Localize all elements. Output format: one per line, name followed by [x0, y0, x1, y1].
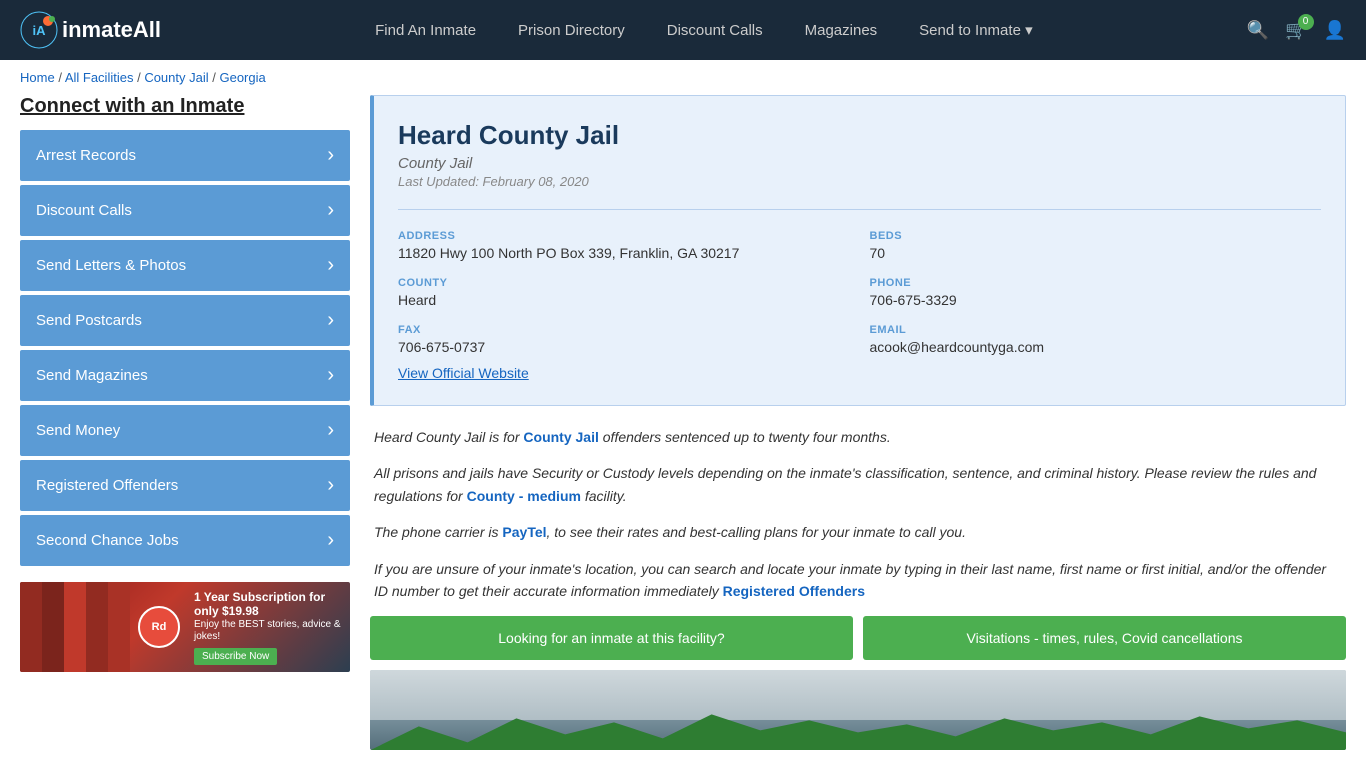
phone-value: 706-675-3329	[870, 292, 1322, 308]
facility-card: Heard County Jail County Jail Last Updat…	[370, 95, 1346, 406]
main-container: Connect with an Inmate Arrest Records › …	[0, 95, 1366, 770]
logo-icon: iA	[20, 11, 58, 49]
email-value: acook@heardcountyga.com	[870, 339, 1322, 355]
facility-info-grid: ADDRESS 11820 Hwy 100 North PO Box 339, …	[398, 230, 1321, 355]
chevron-right-icon: ›	[327, 144, 334, 167]
chevron-right-icon: ›	[327, 364, 334, 387]
county-medium-link[interactable]: County - medium	[467, 488, 581, 504]
desc-paragraph-4: If you are unsure of your inmate's locat…	[374, 558, 1342, 603]
sidebar-title: Connect with an Inmate	[20, 95, 350, 118]
county-value: Heard	[398, 292, 850, 308]
header-icons: 🔍 🛒 0 👤	[1247, 20, 1346, 41]
breadcrumb-all-facilities[interactable]: All Facilities	[65, 70, 134, 85]
facility-divider	[398, 209, 1321, 210]
nav-find-inmate[interactable]: Find An Inmate	[359, 14, 492, 47]
address-value: 11820 Hwy 100 North PO Box 339, Franklin…	[398, 245, 850, 261]
facility-photo	[370, 670, 1346, 750]
sidebar-item-discount-calls[interactable]: Discount Calls ›	[20, 185, 350, 236]
readers-digest-badge: Rd	[138, 606, 180, 648]
sidebar-item-label: Send Magazines	[36, 367, 148, 384]
sidebar-item-label: Send Money	[36, 422, 120, 439]
chevron-right-icon: ›	[327, 419, 334, 442]
phone-section: PHONE 706-675-3329	[870, 277, 1322, 308]
paytel-link[interactable]: PayTel	[502, 524, 546, 540]
registered-offenders-link[interactable]: Registered Offenders	[723, 583, 865, 599]
sidebar-item-send-magazines[interactable]: Send Magazines ›	[20, 350, 350, 401]
main-nav: Find An Inmate Prison Directory Discount…	[191, 13, 1217, 47]
county-section: COUNTY Heard	[398, 277, 850, 308]
action-buttons: Looking for an inmate at this facility? …	[370, 616, 1346, 660]
ad-text-content: 1 Year Subscription for only $19.98 Enjo…	[188, 584, 350, 671]
chevron-right-icon: ›	[327, 199, 334, 222]
ad-subheadline: Enjoy the BEST stories, advice & jokes!	[194, 619, 341, 642]
nav-discount-calls[interactable]: Discount Calls	[651, 14, 779, 47]
desc-paragraph-1: Heard County Jail is for County Jail off…	[374, 426, 1342, 448]
facility-last-updated: Last Updated: February 08, 2020	[398, 174, 1321, 189]
facility-type: County Jail	[398, 155, 1321, 172]
chevron-right-icon: ›	[327, 254, 334, 277]
sky-decoration	[370, 670, 1346, 720]
sidebar: Connect with an Inmate Arrest Records › …	[20, 95, 350, 750]
sidebar-item-send-letters[interactable]: Send Letters & Photos ›	[20, 240, 350, 291]
ad-books-decoration	[20, 582, 130, 672]
cart-badge: 0	[1298, 14, 1314, 30]
email-label: EMAIL	[870, 324, 1322, 336]
visitations-button[interactable]: Visitations - times, rules, Covid cancel…	[863, 616, 1346, 660]
sidebar-item-send-money[interactable]: Send Money ›	[20, 405, 350, 456]
breadcrumb-home[interactable]: Home	[20, 70, 55, 85]
nav-send-to-inmate[interactable]: Send to Inmate ▾	[903, 13, 1048, 47]
user-icon[interactable]: 👤	[1324, 20, 1346, 41]
logo[interactable]: iA inmateAll	[20, 11, 161, 49]
beds-label: BEDS	[870, 230, 1322, 242]
sidebar-item-registered-offenders[interactable]: Registered Offenders ›	[20, 460, 350, 511]
desc-paragraph-3: The phone carrier is PayTel, to see thei…	[374, 521, 1342, 543]
cart-wrapper[interactable]: 🛒 0	[1285, 20, 1307, 41]
breadcrumb: Home / All Facilities / County Jail / Ge…	[0, 60, 1366, 95]
looking-for-inmate-button[interactable]: Looking for an inmate at this facility?	[370, 616, 853, 660]
ad-headline: 1 Year Subscription for only $19.98	[194, 590, 344, 618]
fax-label: FAX	[398, 324, 850, 336]
address-section: ADDRESS 11820 Hwy 100 North PO Box 339, …	[398, 230, 850, 261]
breadcrumb-county-jail[interactable]: County Jail	[144, 70, 208, 85]
sidebar-item-label: Second Chance Jobs	[36, 532, 179, 549]
sidebar-item-label: Send Letters & Photos	[36, 257, 186, 274]
view-official-website-link[interactable]: View Official Website	[398, 365, 529, 381]
sidebar-item-second-chance-jobs[interactable]: Second Chance Jobs ›	[20, 515, 350, 566]
chevron-right-icon: ›	[327, 474, 334, 497]
svg-text:iA: iA	[33, 23, 47, 38]
beds-value: 70	[870, 245, 1322, 261]
sidebar-item-label: Discount Calls	[36, 202, 132, 219]
chevron-right-icon: ›	[327, 309, 334, 332]
sidebar-item-send-postcards[interactable]: Send Postcards ›	[20, 295, 350, 346]
sidebar-item-arrest-records[interactable]: Arrest Records ›	[20, 130, 350, 181]
county-jail-link[interactable]: County Jail	[523, 429, 598, 445]
search-icon[interactable]: 🔍	[1247, 20, 1269, 41]
address-label: ADDRESS	[398, 230, 850, 242]
facility-description: Heard County Jail is for County Jail off…	[370, 426, 1346, 602]
county-label: COUNTY	[398, 277, 850, 289]
header: iA inmateAll Find An Inmate Prison Direc…	[0, 0, 1366, 60]
facility-name: Heard County Jail	[398, 120, 1321, 151]
main-content: Heard County Jail County Jail Last Updat…	[370, 95, 1346, 750]
sidebar-advertisement[interactable]: Rd 1 Year Subscription for only $19.98 E…	[20, 582, 350, 672]
sidebar-item-label: Arrest Records	[36, 147, 136, 164]
fax-value: 706-675-0737	[398, 339, 850, 355]
email-section: EMAIL acook@heardcountyga.com	[870, 324, 1322, 355]
breadcrumb-state[interactable]: Georgia	[219, 70, 265, 85]
chevron-right-icon: ›	[327, 529, 334, 552]
sidebar-menu: Arrest Records › Discount Calls › Send L…	[20, 130, 350, 566]
sidebar-item-label: Send Postcards	[36, 312, 142, 329]
ad-subscribe-button[interactable]: Subscribe Now	[194, 648, 277, 665]
desc-paragraph-2: All prisons and jails have Security or C…	[374, 462, 1342, 507]
logo-text: inmateAll	[62, 17, 161, 43]
sidebar-item-label: Registered Offenders	[36, 477, 178, 494]
phone-label: PHONE	[870, 277, 1322, 289]
beds-section: BEDS 70	[870, 230, 1322, 261]
nav-prison-directory[interactable]: Prison Directory	[502, 14, 641, 47]
nav-magazines[interactable]: Magazines	[789, 14, 894, 47]
fax-section: FAX 706-675-0737	[398, 324, 850, 355]
